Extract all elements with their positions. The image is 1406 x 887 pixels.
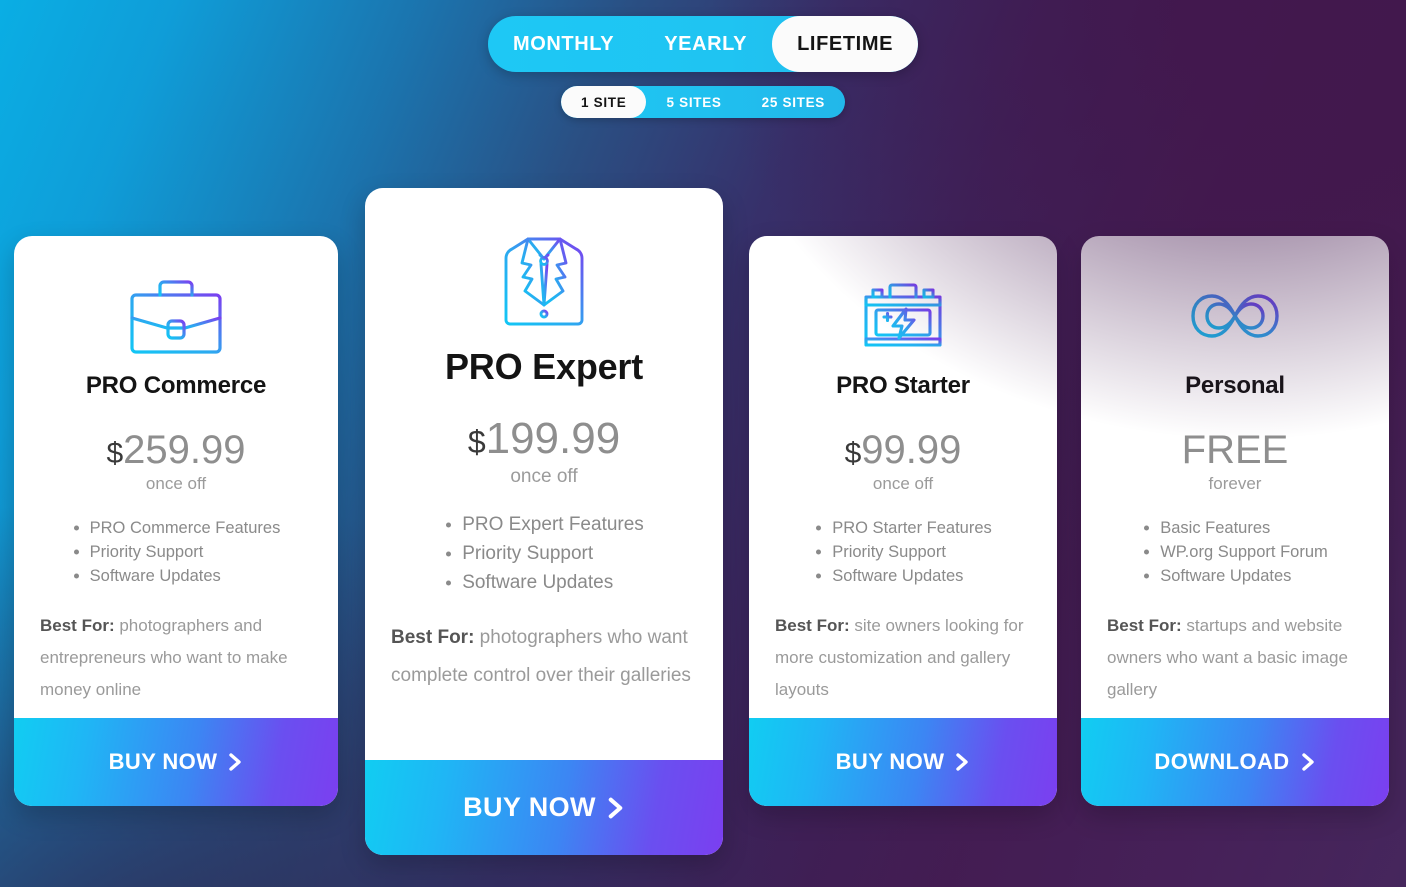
- card-body: PRO Starter $99.99 once off PRO Starter …: [749, 236, 1057, 718]
- pricing-card-pro-commerce: PRO Commerce $259.99 once off PRO Commer…: [14, 236, 338, 806]
- site-option-5-sites[interactable]: 5 SITES: [646, 86, 741, 118]
- best-for-label: Best For:: [391, 627, 475, 648]
- feature-item: WP.org Support Forum: [1142, 540, 1328, 564]
- card-body: PRO Expert $199.99 once off PRO Expert F…: [365, 188, 723, 760]
- pricing-card-pro-starter: PRO Starter $99.99 once off PRO Starter …: [749, 236, 1057, 806]
- feature-item: Software Updates: [72, 564, 281, 588]
- feature-item: Priority Support: [814, 540, 992, 564]
- price: $99.99: [775, 428, 1031, 473]
- price-currency: $: [844, 437, 862, 470]
- billing-period-switch[interactable]: MONTHLY YEARLY LIFETIME: [487, 16, 919, 72]
- site-option-1-site[interactable]: 1 SITE: [560, 86, 647, 118]
- download-button[interactable]: DOWNLOAD: [1081, 718, 1389, 806]
- cta-label: DOWNLOAD: [1154, 749, 1290, 774]
- best-for-label: Best For:: [40, 616, 115, 635]
- buy-now-button[interactable]: BUY NOW: [749, 718, 1057, 806]
- plan-name: PRO Commerce: [85, 372, 267, 399]
- price-value: 199.99: [485, 414, 621, 463]
- price-value: 99.99: [861, 428, 962, 472]
- feature-item: PRO Commerce Features: [72, 516, 281, 540]
- buy-now-button[interactable]: BUY NOW: [14, 718, 338, 806]
- infinity-icon: [1107, 264, 1363, 368]
- briefcase-icon: [40, 264, 312, 368]
- period-option-lifetime[interactable]: LIFETIME: [772, 16, 919, 72]
- best-for: Best For: photographers who want complet…: [391, 619, 697, 695]
- feature-item: Priority Support: [72, 540, 281, 564]
- feature-item: Basic Features: [1142, 516, 1328, 540]
- card-body: Personal FREE forever Basic Features WP.…: [1081, 236, 1389, 718]
- feature-list: PRO Expert Features Priority Support Sof…: [444, 510, 644, 597]
- plan-name: PRO Starter: [836, 372, 970, 399]
- feature-item: Software Updates: [444, 568, 644, 597]
- suit-jacket-icon: [391, 222, 697, 340]
- feature-item: PRO Starter Features: [814, 516, 992, 540]
- best-for-label: Best For:: [775, 616, 850, 635]
- feature-list: PRO Commerce Features Priority Support S…: [72, 516, 281, 588]
- price-note: once off: [145, 474, 207, 493]
- period-option-monthly[interactable]: MONTHLY: [488, 16, 639, 72]
- pricing-toggles: MONTHLY YEARLY LIFETIME 1 SITE 5 SITES 2…: [0, 16, 1406, 118]
- chevron-right-icon: [954, 752, 970, 772]
- chevron-right-icon: [606, 796, 625, 820]
- cta-label: BUY NOW: [835, 749, 945, 774]
- best-for: Best For: photographers and entrepreneur…: [40, 610, 312, 706]
- price-note: forever: [1208, 474, 1262, 493]
- feature-item: Priority Support: [444, 539, 644, 568]
- price-value: 259.99: [123, 428, 246, 472]
- cta-label: BUY NOW: [108, 749, 218, 774]
- feature-item: Software Updates: [1142, 564, 1328, 588]
- pricing-card-personal: Personal FREE forever Basic Features WP.…: [1081, 236, 1389, 806]
- feature-item: PRO Expert Features: [444, 510, 644, 539]
- site-count-switch[interactable]: 1 SITE 5 SITES 25 SITES: [560, 86, 846, 118]
- feature-list: Basic Features WP.org Support Forum Soft…: [1142, 516, 1328, 588]
- best-for: Best For: startups and website owners wh…: [1107, 610, 1363, 706]
- feature-list: PRO Starter Features Priority Support So…: [814, 516, 992, 588]
- buy-now-button[interactable]: BUY NOW: [365, 760, 723, 855]
- site-option-25-sites[interactable]: 25 SITES: [742, 86, 845, 118]
- plan-name: PRO Expert: [444, 346, 644, 387]
- best-for-label: Best For:: [1107, 616, 1182, 635]
- price-note: once off: [510, 466, 578, 487]
- plan-name: Personal: [1185, 372, 1285, 399]
- chevron-right-icon: [1300, 752, 1316, 772]
- cta-label: BUY NOW: [463, 792, 596, 822]
- pricing-card-pro-expert: PRO Expert $199.99 once off PRO Expert F…: [365, 188, 723, 855]
- car-battery-icon: [775, 264, 1031, 368]
- price: $259.99: [40, 428, 312, 473]
- price: FREE: [1107, 428, 1363, 473]
- period-option-yearly[interactable]: YEARLY: [639, 16, 772, 72]
- price-value: FREE: [1181, 428, 1289, 472]
- chevron-right-icon: [227, 752, 243, 772]
- price: $199.99: [391, 414, 697, 464]
- card-body: PRO Commerce $259.99 once off PRO Commer…: [14, 236, 338, 718]
- feature-item: Software Updates: [814, 564, 992, 588]
- price-currency: $: [106, 437, 124, 470]
- best-for: Best For: site owners looking for more c…: [775, 610, 1031, 706]
- price-currency: $: [467, 424, 486, 460]
- price-note: once off: [872, 474, 934, 493]
- pricing-page: MONTHLY YEARLY LIFETIME 1 SITE 5 SITES 2…: [0, 0, 1406, 887]
